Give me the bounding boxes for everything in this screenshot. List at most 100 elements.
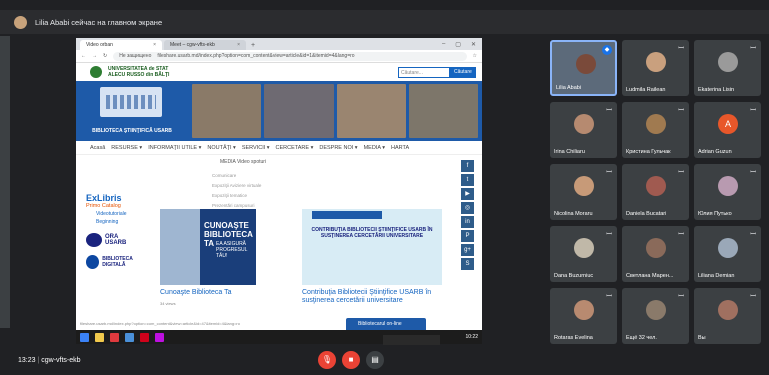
chrome-icon[interactable] <box>125 332 134 342</box>
menu-item[interactable]: Expoziţii Aviziere virtuale <box>212 181 261 191</box>
explorer-icon[interactable] <box>95 332 104 342</box>
participant-avatar <box>574 300 594 320</box>
participant-avatar <box>718 52 738 72</box>
nav-item[interactable]: RESURSE ▾ <box>111 145 142 151</box>
participant-tile[interactable]: ꟷ Irina Chiliaru <box>550 102 617 158</box>
skype-icon[interactable]: S <box>461 258 474 270</box>
participant-tile[interactable]: ꟷ Liliana Demian <box>694 226 761 282</box>
ora-usarb-link[interactable]: ORA USARB <box>86 233 148 247</box>
camera-off-icon[interactable]: ■ <box>342 351 360 369</box>
video-card-1[interactable]: CUNOAŞTE BIBLIOTECA TA EA ASIGURĂ PROGRE… <box>160 209 256 285</box>
back-icon[interactable]: ← <box>81 53 86 59</box>
participant-tile[interactable]: ꟷ Ekaterina Lisin <box>694 40 761 96</box>
reload-icon[interactable]: ↻ <box>103 53 107 59</box>
participant-avatar <box>646 238 666 258</box>
nav-item[interactable]: NOUTĂŢI ▾ <box>207 145 235 151</box>
participant-tile[interactable]: ꟷ Кристина Гульчак <box>622 102 689 158</box>
hero-photos <box>188 81 482 141</box>
mic-muted-icon: ꟷ <box>606 231 612 238</box>
digital-library-link[interactable]: BIBLIOTECA DIGITALĂ <box>86 255 148 269</box>
site-nav: Acasă RESURSE ▾ INFORMAŢII UTILE ▾ NOUTĂ… <box>76 141 482 155</box>
participant-tile[interactable]: ꟷ Rotaras Evelina <box>550 288 617 344</box>
participant-tile[interactable]: ꟷ Вы <box>694 288 761 344</box>
participant-tile[interactable]: ꟷ Ludmila Railean <box>622 40 689 96</box>
digital-library-label: BIBLIOTECA DIGITALĂ <box>102 256 133 268</box>
card2-text: CONTRIBUŢIA BIBLIOTECII ŞTIINŢIFICE USAR… <box>311 227 433 239</box>
browser-tabbar: Video orban × Meet – cgw-vfts-ekb × + – ▢ ✕ <box>76 38 482 50</box>
presenting-banner: Lilia Ababi сейчас на главном экране <box>0 10 769 34</box>
browser-tab-meet[interactable]: Meet – cgw-vfts-ekb × <box>164 40 246 50</box>
participant-tile[interactable]: ꟷ Nicolina Moraru <box>550 164 617 220</box>
participant-tile[interactable]: ꟷ Ещё 32 чел. <box>622 288 689 344</box>
nav-item[interactable]: Acasă <box>90 145 105 151</box>
facebook-icon[interactable]: f <box>461 160 474 172</box>
participant-name: Daniela Bucatari <box>626 211 667 217</box>
sidebar-link[interactable]: Beginning <box>96 219 148 225</box>
youtube-icon[interactable]: ▶ <box>461 188 474 200</box>
participant-tile[interactable]: ꟷ Dana Buzurniuc <box>550 226 617 282</box>
exlibris-logo[interactable]: ExLibris <box>86 193 148 203</box>
video-thumbnail <box>160 209 200 285</box>
mic-off-icon[interactable]: 🎙 <box>318 351 336 369</box>
participant-tile[interactable]: ◆ Lilia Ababi <box>550 40 617 96</box>
meeting-time: 13:23 | cgw-vfts-ekb <box>18 357 81 364</box>
app-icon[interactable] <box>140 332 149 342</box>
participant-avatar <box>718 300 738 320</box>
minimize-icon[interactable]: – <box>442 41 445 48</box>
primo-catalog-link[interactable]: Primo Catalog <box>86 203 148 209</box>
close-icon[interactable]: × <box>153 42 156 48</box>
sidebar-link[interactable]: Videotutoriale <box>96 211 148 217</box>
linkedin-icon[interactable]: in <box>461 216 474 228</box>
card2-caption[interactable]: Contribuţia Bibliotecii Ştiinţifice USAR… <box>302 289 442 305</box>
participant-tile[interactable]: A ꟷ Adrian Guzun <box>694 102 761 158</box>
nav-item[interactable]: HARTA <box>391 145 409 151</box>
nav-item[interactable]: SERVICII ▾ <box>242 145 270 151</box>
ora-icon <box>86 233 102 247</box>
chat-widget[interactable]: Bibliotecarul on-line <box>346 318 426 330</box>
app-icon[interactable] <box>155 332 164 342</box>
pinterest-icon[interactable]: P <box>461 230 474 242</box>
hero-photo <box>192 84 262 138</box>
maximize-icon[interactable]: ▢ <box>455 41 461 48</box>
menu-item[interactable]: Comunicare <box>212 171 261 181</box>
site-hero: BIBLIOTECA ŞTIINŢIFICĂ USARB <box>76 81 482 141</box>
mic-muted-icon: ꟷ <box>678 169 684 176</box>
nav-item[interactable]: INFORMAŢII UTILE ▾ <box>148 145 201 151</box>
menu-item[interactable]: Expoziţii tematice <box>212 191 261 201</box>
star-icon[interactable]: ☆ <box>473 53 477 59</box>
mic-muted-icon: ꟷ <box>678 293 684 300</box>
participant-avatar <box>574 114 594 134</box>
browser-tab-video[interactable]: Video orban × <box>80 40 162 50</box>
nav-item[interactable]: DESPRE NOI ▾ <box>319 145 357 151</box>
participant-avatar <box>646 176 666 196</box>
participant-name: Ludmila Railean <box>626 87 666 93</box>
search-input[interactable]: Căutare... <box>398 66 450 78</box>
window-controls: – ▢ ✕ <box>436 41 482 50</box>
card2-header <box>312 211 382 219</box>
instagram-icon[interactable]: ◎ <box>461 202 474 214</box>
close-window-icon[interactable]: ✕ <box>471 41 476 48</box>
participant-tile[interactable]: ꟷ Светлана Марен... <box>622 226 689 282</box>
participant-name: Dana Buzurniuc <box>554 273 594 279</box>
status-url: fileshare.usarb.md/index.php?option=com_… <box>80 321 240 326</box>
windows-start-icon[interactable] <box>80 332 89 342</box>
google-plus-icon[interactable]: g+ <box>461 244 474 256</box>
twitter-icon[interactable]: t <box>461 174 474 186</box>
participant-tile[interactable]: ꟷ Юлия Путько <box>694 164 761 220</box>
participant-avatar <box>646 52 666 72</box>
new-tab-button[interactable]: + <box>248 42 258 50</box>
participant-avatar <box>646 300 666 320</box>
nav-item[interactable]: CERCETARE ▾ <box>276 145 314 151</box>
close-icon[interactable]: × <box>237 42 240 48</box>
captions-icon[interactable]: ▤ <box>366 351 384 369</box>
search-button[interactable]: Căutare <box>450 66 476 78</box>
library-building-icon <box>100 87 162 117</box>
video-card-2[interactable]: CONTRIBUŢIA BIBLIOTECII ŞTIINŢIFICE USAR… <box>302 209 442 285</box>
opera-icon[interactable] <box>110 332 119 342</box>
url-field[interactable]: Не защищено fileshare.usarb.md/index.php?… <box>113 51 467 61</box>
nav-item[interactable]: MEDIA ▾ <box>364 145 385 151</box>
card1-caption[interactable]: Cunoaşte Biblioteca Ta <box>160 289 231 296</box>
participant-tile[interactable]: ꟷ Daniela Bucatari <box>622 164 689 220</box>
forward-icon[interactable]: → <box>92 53 97 59</box>
participant-name: Liliana Demian <box>698 273 735 279</box>
